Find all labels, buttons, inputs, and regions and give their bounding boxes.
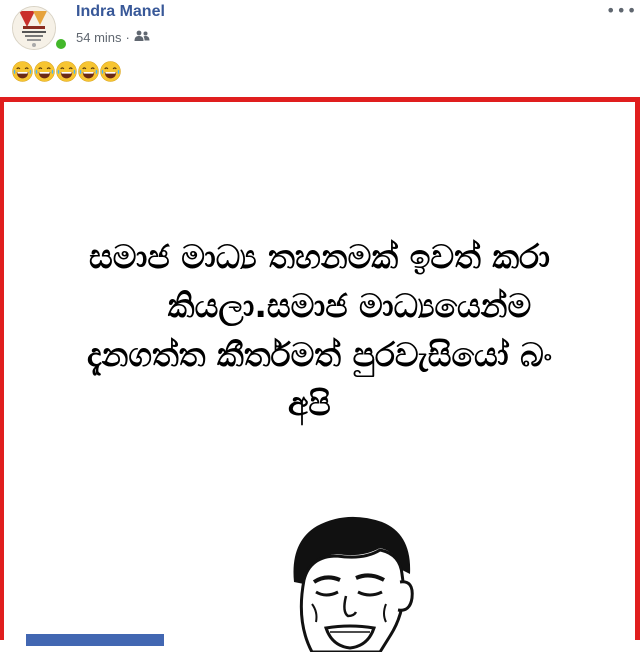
meme-text: සමාජ මාධ්‍ය තහනමක් ඉවත් කරා කියලා.සමාජ ම… — [4, 232, 635, 428]
meme-line: සමාජ මාධ්‍ය තහනමක් ඉවත් කරා — [89, 237, 550, 276]
post-image[interactable]: සමාජ මාධ්‍ය තහනමක් ඉවත් කරා කියලා.සමාජ ම… — [0, 97, 640, 652]
post-meta: 54 mins · — [76, 28, 150, 46]
meme-line: දැනගත්ත කීර්තමත් පුරවැසියෝ බං — [86, 335, 553, 374]
friends-icon[interactable] — [134, 30, 150, 45]
avatar-image — [13, 7, 55, 49]
author-name-link[interactable]: Indra Manel — [76, 3, 165, 21]
meme-line: කියලා.සමාජ මාධ්‍යයෙන්ම — [167, 286, 532, 325]
post-caption — [12, 61, 121, 82]
meme-line: අපි — [288, 384, 331, 423]
meta-separator: · — [125, 29, 130, 45]
online-status-indicator — [54, 37, 68, 51]
post-header: Indra Manel 54 mins · ••• — [0, 0, 640, 96]
laughing-face-icon — [12, 61, 33, 82]
laughing-face-icon — [78, 61, 99, 82]
laughing-meme-face — [293, 516, 414, 652]
post-timestamp[interactable]: 54 mins — [76, 30, 122, 45]
link-preview-bar[interactable] — [26, 634, 164, 646]
laughing-face-icon — [56, 61, 77, 82]
author-avatar[interactable] — [12, 6, 56, 50]
laughing-face-icon — [34, 61, 55, 82]
laughing-face-icon — [100, 61, 121, 82]
more-options-icon[interactable]: ••• — [606, 3, 636, 19]
